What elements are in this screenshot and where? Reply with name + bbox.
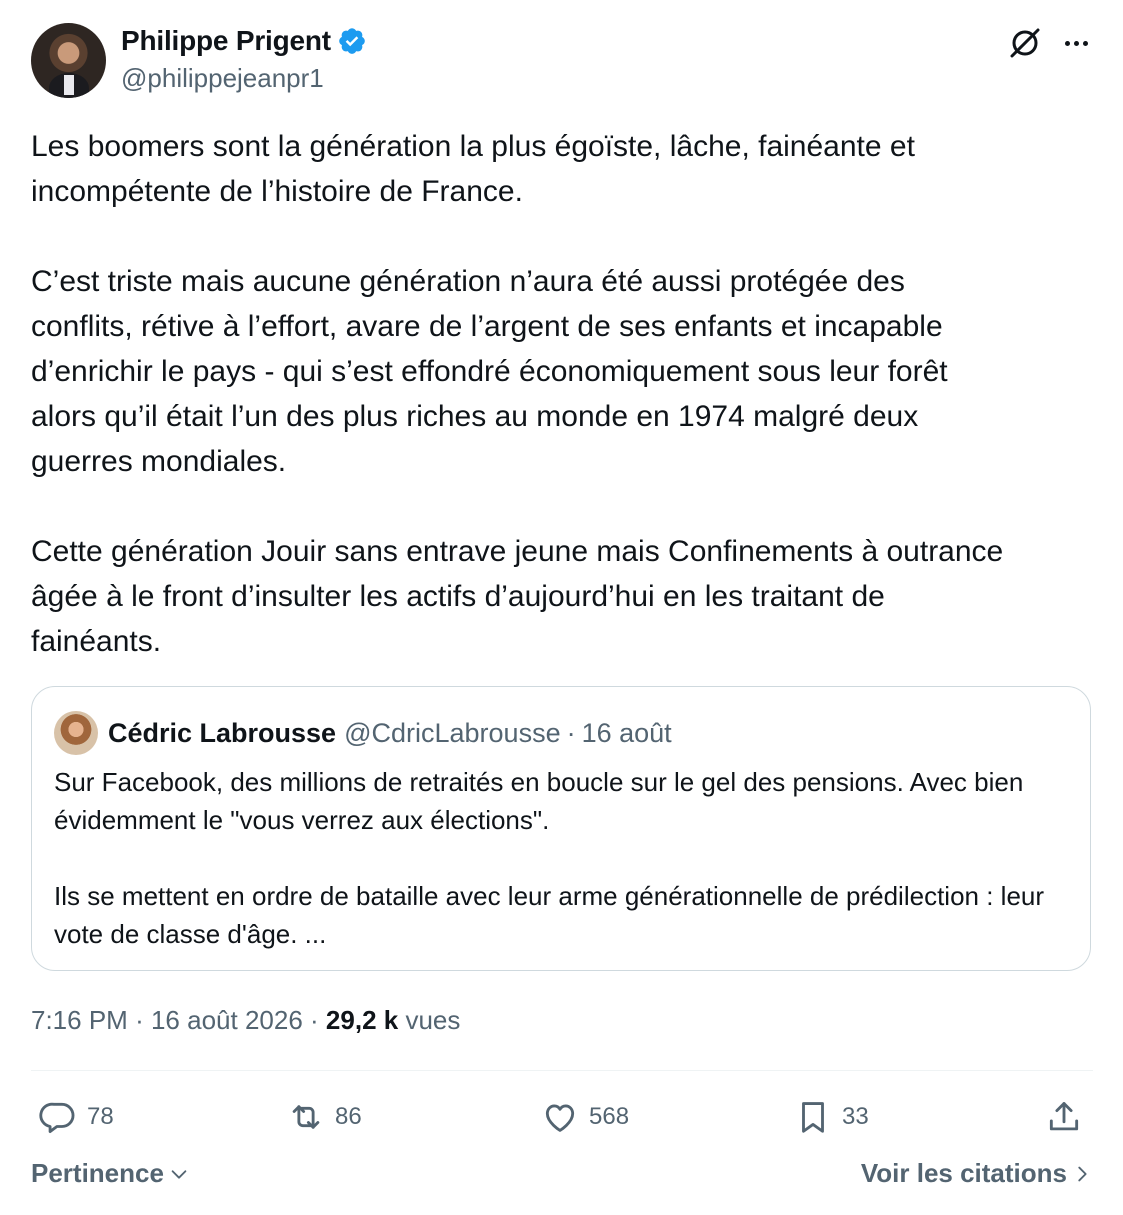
view-quotes-link[interactable]: Voir les citations	[861, 1158, 1093, 1189]
bookmark-count: 33	[842, 1103, 869, 1130]
like-count: 568	[589, 1103, 630, 1130]
more-options-icon[interactable]	[1059, 28, 1093, 58]
like-button[interactable]: 568	[541, 1090, 629, 1144]
reply-icon	[39, 1102, 75, 1133]
quoted-date: 16 août	[581, 717, 672, 748]
tweet-paragraph: Cette génération Jouir sans entrave jeun…	[31, 535, 1004, 658]
tweet-text: Les boomers sont la génération la plus é…	[31, 124, 1096, 664]
author-handle[interactable]: @philippejeanpr1	[121, 63, 324, 94]
tweet-header: Philippe Prigent @philippejeanpr1	[31, 23, 1093, 99]
action-bar: 78 86 568 33	[31, 1090, 1093, 1144]
views-label: vues	[405, 1005, 461, 1035]
bookmark-icon	[802, 1102, 824, 1133]
tweet-paragraph: C’est triste mais aucune génération n’au…	[31, 265, 948, 478]
views-count: 29,2 k	[325, 1005, 399, 1035]
tweet-paragraph: Les boomers sont la génération la plus é…	[31, 130, 915, 208]
quoted-separator: ·	[566, 717, 576, 748]
sort-dropdown[interactable]: Pertinence	[31, 1158, 190, 1189]
chevron-right-icon	[1078, 1166, 1087, 1181]
author-display-name[interactable]: Philippe Prigent	[121, 25, 331, 57]
heart-icon	[545, 1104, 575, 1132]
replies-controls: Pertinence Voir les citations	[31, 1158, 1093, 1194]
bookmark-button[interactable]: 33	[794, 1090, 869, 1144]
quoted-tweet[interactable]: Cédric Labrousse @CdricLabrousse · 16 ao…	[31, 686, 1091, 971]
quoted-paragraph: Ils se mettent en ordre de bataille avec…	[54, 881, 1045, 949]
avatar-collar	[64, 75, 74, 95]
view-quotes-label: Voir les citations	[860, 1158, 1067, 1188]
quoted-paragraph: Sur Facebook, des millions de retraités …	[54, 767, 1024, 835]
repost-count: 86	[335, 1103, 362, 1130]
author-avatar[interactable]	[31, 23, 106, 98]
verified-badge-icon	[339, 28, 365, 54]
chevron-down-icon	[171, 1169, 187, 1179]
meta-separator: ·	[310, 1005, 319, 1035]
quoted-author-name: Cédric Labrousse	[108, 717, 337, 748]
grok-icon[interactable]	[1007, 25, 1043, 61]
quoted-author-handle: @CdricLabrousse	[344, 717, 561, 748]
tweet-time[interactable]: 7:16 PM	[31, 1005, 128, 1035]
tweet-date[interactable]: 16 août 2026	[151, 1005, 303, 1035]
divider	[31, 1070, 1093, 1071]
quoted-tweet-header: Cédric Labrousse @CdricLabrousse · 16 ao…	[54, 711, 672, 755]
quoted-tweet-text: Sur Facebook, des millions de retraités …	[54, 763, 1069, 953]
repost-icon	[292, 1105, 320, 1129]
meta-separator: ·	[135, 1005, 144, 1035]
sort-label: Pertinence	[31, 1158, 164, 1188]
author-name-row: Philippe Prigent	[121, 25, 367, 57]
reply-count: 78	[87, 1103, 114, 1130]
share-button[interactable]	[1045, 1090, 1083, 1144]
reply-button[interactable]: 78	[39, 1090, 114, 1144]
share-icon	[1049, 1102, 1079, 1131]
quoted-author-avatar	[54, 711, 98, 755]
repost-button[interactable]: 86	[287, 1090, 362, 1144]
tweet-meta: 7:16 PM · 16 août 2026 · 29,2 k vues	[31, 1005, 460, 1036]
